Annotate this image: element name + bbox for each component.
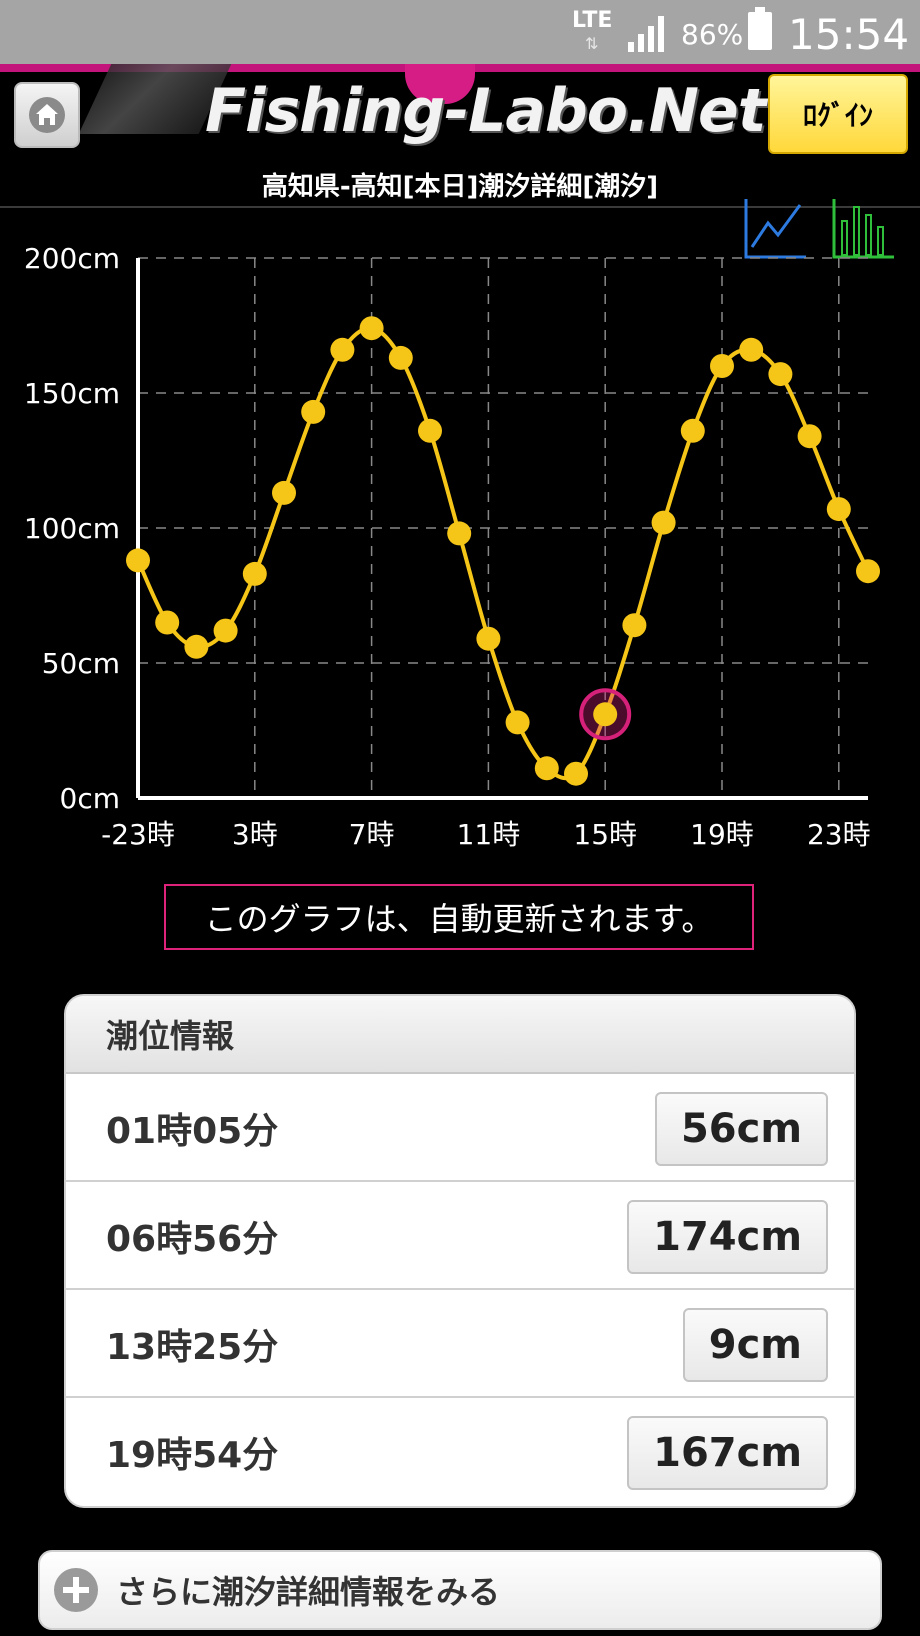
tide-data-point[interactable] <box>447 521 472 546</box>
tide-level-badge: 56cm <box>654 1092 828 1166</box>
y-tick-label: 0cm <box>60 782 120 815</box>
status-bar: LTE ⇅ 86% 15:54 <box>0 0 920 64</box>
battery-percent: 86% <box>681 18 744 51</box>
tide-data-point[interactable] <box>505 710 530 735</box>
tide-data-point[interactable] <box>768 362 793 387</box>
tide-time: 01時05分 <box>106 1111 279 1152</box>
tide-time: 13時25分 <box>106 1327 279 1368</box>
tide-series-line <box>136 326 870 781</box>
tide-data-point[interactable] <box>622 613 647 638</box>
y-tick-label: 200cm <box>24 242 120 275</box>
site-logo[interactable]: Fishing-Labo.Net <box>205 76 766 146</box>
tide-data-point[interactable] <box>680 418 705 443</box>
tide-data-point[interactable] <box>797 424 822 449</box>
plus-icon <box>54 1568 98 1612</box>
x-tick-label: 3時 <box>232 818 278 851</box>
login-button[interactable]: ﾛｸﾞｲﾝ <box>768 74 908 154</box>
tide-data-point[interactable] <box>710 354 734 378</box>
x-tick-label: -23時 <box>101 818 175 851</box>
tide-data-point[interactable] <box>184 634 209 659</box>
tide-data-point[interactable] <box>388 345 413 370</box>
tide-data-point[interactable] <box>856 559 880 584</box>
tide-data-point[interactable] <box>359 316 384 341</box>
y-tick-label: 150cm <box>24 377 120 410</box>
home-icon <box>29 97 65 133</box>
tide-data-point[interactable] <box>826 497 851 522</box>
tide-info-panel: 潮位情報 01時05分 56cm 06時56分 174cm 13時25分 9cm… <box>64 994 856 1508</box>
x-tick-label: 15時 <box>573 818 637 851</box>
tide-data-point[interactable] <box>564 761 588 786</box>
tide-row: 19時54分 167cm <box>66 1398 854 1506</box>
tide-data-point[interactable] <box>739 337 764 362</box>
signal-icon <box>628 16 664 52</box>
tide-level-badge: 9cm <box>682 1308 828 1382</box>
x-tick-label: 19時 <box>690 818 754 851</box>
clock: 15:54 <box>788 10 910 59</box>
tide-row: 13時25分 9cm <box>66 1290 854 1398</box>
tide-data-point[interactable] <box>593 702 618 727</box>
tide-chart[interactable]: 0cm 50cm 100cm 150cm 200cm -23時 3時 7時 11時 15時 19時 2… <box>0 210 920 860</box>
tide-data-point[interactable] <box>272 480 296 505</box>
tide-time: 06時56分 <box>106 1219 279 1260</box>
tide-data-point[interactable] <box>301 399 326 424</box>
site-header: Fishing-Labo.Net ﾛｸﾞｲﾝ 高知県-高知[本日]潮汐詳細[潮汐… <box>0 64 920 208</box>
data-arrows-icon: ⇅ <box>585 34 599 53</box>
network-type: LTE <box>572 8 613 33</box>
tide-time: 19時54分 <box>106 1435 279 1476</box>
tide-data-point[interactable] <box>651 510 676 535</box>
tide-data-point[interactable] <box>155 610 180 635</box>
more-details-label: さらに潮汐詳細情報をみる <box>116 1573 501 1611</box>
x-tick-label: 23時 <box>807 818 871 851</box>
tide-row: 06時56分 174cm <box>66 1182 854 1290</box>
tide-data-point[interactable] <box>126 548 150 573</box>
x-tick-label: 7時 <box>349 818 395 851</box>
more-details-button[interactable]: さらに潮汐詳細情報をみる <box>38 1550 882 1630</box>
battery-icon <box>748 7 772 50</box>
tide-data-point[interactable] <box>213 618 238 643</box>
auto-update-notice: このグラフは、自動更新されます。 <box>164 884 754 950</box>
tide-level-badge: 174cm <box>627 1200 828 1274</box>
tide-info-title: 潮位情報 <box>66 996 854 1074</box>
tide-data-point[interactable] <box>330 337 355 362</box>
home-button[interactable] <box>14 82 80 148</box>
tide-data-point[interactable] <box>418 418 442 443</box>
tide-data-point[interactable] <box>242 561 267 586</box>
tide-level-badge: 167cm <box>627 1416 828 1490</box>
tide-data-point[interactable] <box>534 756 559 781</box>
x-tick-label: 11時 <box>457 818 521 851</box>
tide-row: 01時05分 56cm <box>66 1074 854 1182</box>
y-tick-label: 50cm <box>42 647 120 680</box>
tide-data-point[interactable] <box>476 626 501 651</box>
y-tick-label: 100cm <box>24 512 120 545</box>
